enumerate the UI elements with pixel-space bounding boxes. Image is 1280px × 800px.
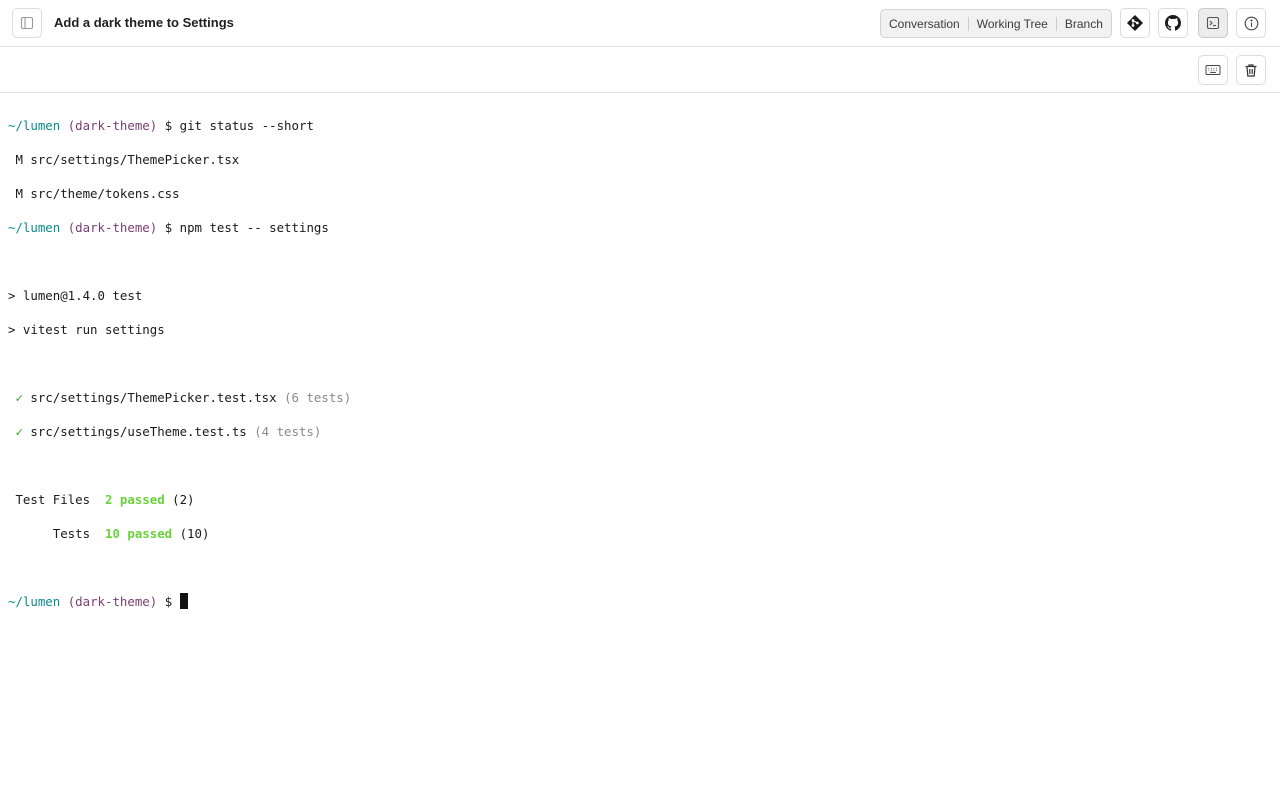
command-text: git status --short	[179, 118, 314, 133]
prompt-path: ~/lumen	[8, 220, 61, 235]
terminal-toolbar	[0, 47, 1280, 93]
top-bar: Add a dark theme to Settings Conversatio…	[0, 0, 1280, 47]
terminal-line: > vitest run settings	[8, 322, 165, 337]
terminal-button[interactable]	[1198, 8, 1228, 38]
github-button[interactable]	[1158, 8, 1188, 38]
terminal-line: > lumen@1.4.0 test	[8, 288, 143, 303]
summary-total: (10)	[179, 526, 210, 541]
prompt-symbol: $	[164, 220, 173, 235]
github-icon	[1165, 15, 1181, 31]
tab-conversation[interactable]: Conversation	[881, 10, 968, 37]
info-button[interactable]	[1236, 8, 1266, 38]
git-button[interactable]	[1120, 8, 1150, 38]
test-count: (4 tests)	[254, 424, 322, 439]
test-file: src/settings/ThemePicker.test.tsx	[30, 390, 277, 405]
clear-terminal-button[interactable]	[1236, 55, 1266, 85]
summary-total: (2)	[172, 492, 195, 507]
prompt-path: ~/lumen	[8, 594, 61, 609]
summary-passed: 2 passed	[104, 492, 165, 507]
test-result-line: ✓ src/settings/ThemePicker.test.tsx (6 t…	[8, 389, 1272, 406]
prompt-symbol: $	[164, 594, 173, 609]
prompt-path: ~/lumen	[8, 118, 61, 133]
terminal-line: ~/lumen (dark-theme) $ git status --shor…	[8, 117, 1272, 134]
terminal-line: ~/lumen (dark-theme) $	[8, 593, 1272, 610]
git-icon	[1127, 15, 1143, 31]
check-icon: ✓	[15, 424, 23, 439]
view-tabs: Conversation Working Tree Branch	[880, 9, 1112, 38]
test-file: src/settings/useTheme.test.ts	[30, 424, 247, 439]
prompt-branch: (dark-theme)	[67, 220, 158, 235]
terminal-cursor	[179, 593, 188, 609]
check-icon: ✓	[15, 390, 23, 405]
summary-passed: 10 passed	[104, 526, 173, 541]
info-icon	[1244, 16, 1258, 30]
terminal-line: ~/lumen (dark-theme) $ npm test -- setti…	[8, 219, 1272, 236]
prompt-symbol: $	[164, 118, 173, 133]
terminal-output[interactable]: ~/lumen (dark-theme) $ git status --shor…	[0, 94, 1280, 800]
summary-line: Tests 10 passed (10)	[8, 525, 1272, 542]
terminal-line: M src/settings/ThemePicker.tsx	[8, 152, 240, 167]
page-title: Add a dark theme to Settings	[54, 15, 234, 30]
prompt-branch: (dark-theme)	[67, 118, 158, 133]
tab-branch[interactable]: Branch	[1057, 10, 1111, 37]
test-count: (6 tests)	[284, 390, 352, 405]
prompt-branch: (dark-theme)	[67, 594, 158, 609]
sidebar-toggle-icon	[20, 16, 34, 30]
keyboard-button[interactable]	[1198, 55, 1228, 85]
sidebar-toggle-button[interactable]	[12, 8, 42, 38]
terminal-icon	[1206, 16, 1220, 30]
terminal-line: M src/theme/tokens.css	[8, 186, 180, 201]
summary-label: Tests	[8, 526, 91, 541]
test-result-line: ✓ src/settings/useTheme.test.ts (4 tests…	[8, 423, 1272, 440]
summary-line: Test Files 2 passed (2)	[8, 491, 1272, 508]
keyboard-icon	[1205, 65, 1221, 75]
trash-icon	[1245, 63, 1257, 77]
tab-working-tree[interactable]: Working Tree	[969, 10, 1056, 37]
command-text: npm test -- settings	[179, 220, 329, 235]
summary-label: Test Files	[8, 492, 91, 507]
